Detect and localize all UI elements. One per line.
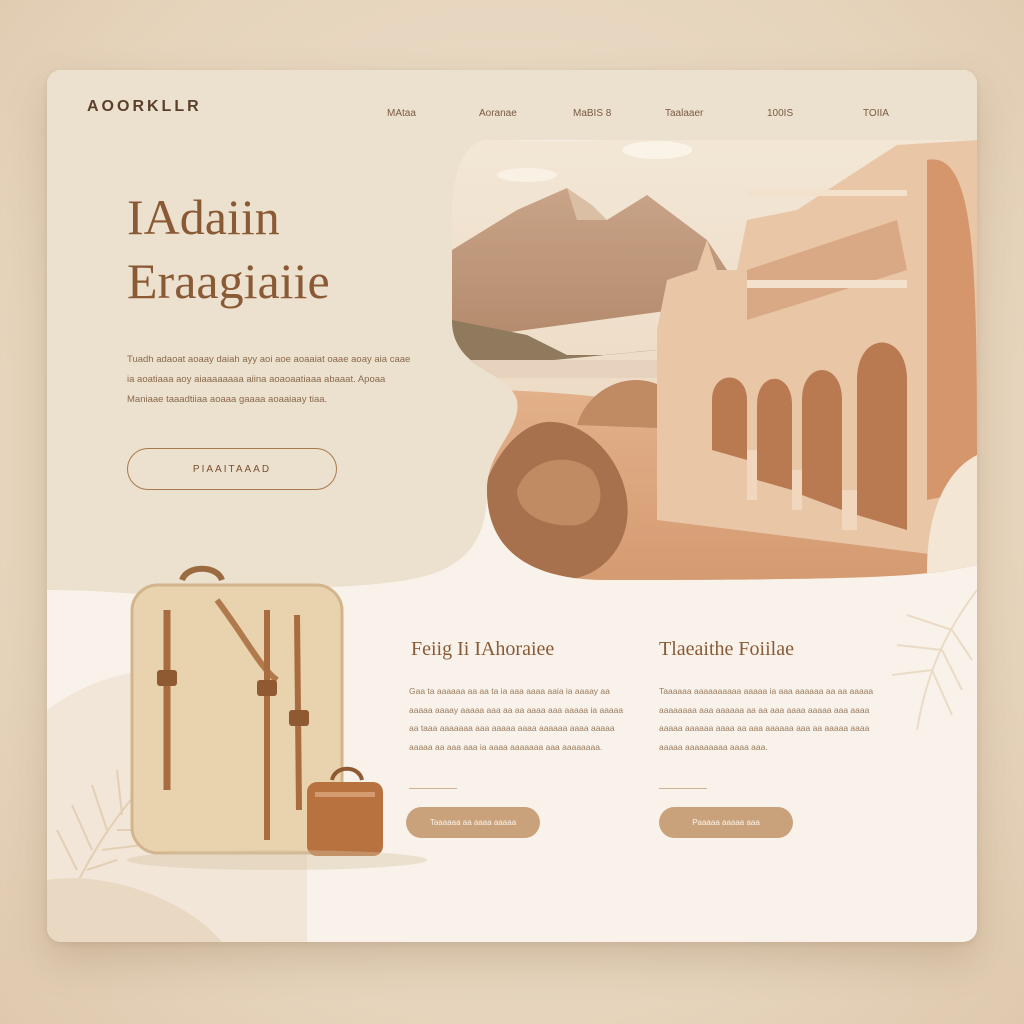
hero-title-line-1: IAdaiin	[127, 189, 280, 245]
feature-1-divider	[409, 788, 457, 789]
nav-link-3[interactable]: MaBIS 8	[573, 108, 611, 119]
feature-2-description: Taaaaaa aaaaaaaaaa aaaaa ia aaa aaaaaa a…	[659, 686, 874, 752]
nav-link-4[interactable]: Taalaaer	[665, 108, 703, 119]
handbag-icon	[307, 766, 383, 856]
nav-link-6[interactable]: TOIIA	[863, 108, 889, 119]
feature-1-button[interactable]: Taaaaaa aa aaaa aaaaa	[406, 807, 540, 838]
hero-title-line-2: Eraagiaiie	[127, 253, 330, 309]
feature-2-title: Tlaeaithe Foiilae	[659, 638, 794, 660]
nav-link-5[interactable]: 100IS	[767, 108, 793, 119]
feature-2-button[interactable]: Paaaaa aaaaa aaa	[659, 807, 793, 838]
top-navigation-bar: AOORKLLR MAtaa Aoranae MaBIS 8 Taalaaer …	[47, 70, 977, 140]
feature-2-divider	[659, 788, 707, 789]
hero-description: Tuadh adaoat aoaay daiah ayy aoi aoe aoa…	[127, 354, 411, 405]
hero-cta-button[interactable]: PIAAITAAAD	[127, 448, 337, 490]
feature-1-title: Feiig Ii IAhoraiee	[411, 638, 555, 660]
feature-1-description: Gaa ta aaaaaa aa aa ta ia aaa aaaa aaia …	[409, 686, 624, 752]
nav-link-1[interactable]: MAtaa	[387, 108, 416, 119]
landing-page-card: AOORKLLR MAtaa Aoranae MaBIS 8 Taalaaer …	[47, 70, 977, 942]
hero-title: IAdaiin Eraagiaiie	[127, 185, 330, 313]
nav-link-2[interactable]: Aoranae	[479, 108, 517, 119]
brand-logo[interactable]: AOORKLLR	[87, 98, 202, 116]
